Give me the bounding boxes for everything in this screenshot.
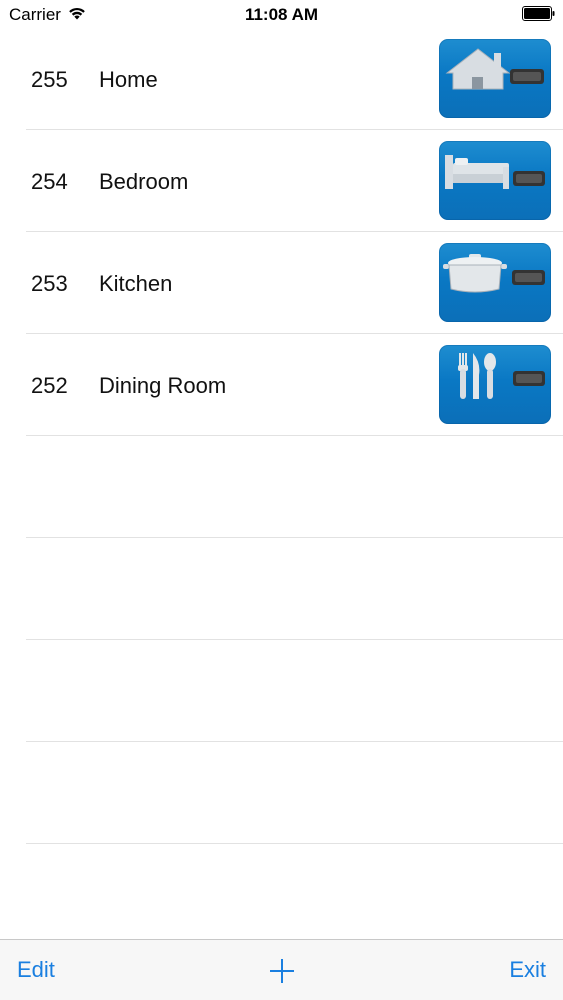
empty-row — [26, 742, 563, 844]
room-row-kitchen[interactable]: 253 Kitchen — [26, 232, 563, 334]
room-number: 255 — [31, 67, 68, 92]
room-row-home[interactable]: 255 Home — [26, 28, 563, 130]
room-name: Dining Room — [99, 373, 227, 398]
room-number: 252 — [31, 373, 68, 398]
utensils-icon — [439, 345, 551, 424]
room-name: Kitchen — [99, 271, 173, 296]
house-icon — [439, 39, 551, 118]
empty-row — [26, 640, 563, 742]
room-name: Bedroom — [99, 169, 189, 194]
add-button[interactable] — [268, 940, 296, 1000]
room-name: Home — [99, 67, 158, 92]
bed-icon — [439, 141, 551, 220]
edit-button[interactable]: Edit — [17, 940, 55, 1000]
empty-row — [26, 538, 563, 640]
exit-button[interactable]: Exit — [509, 940, 546, 1000]
pot-icon — [439, 243, 551, 322]
room-number: 254 — [31, 169, 68, 194]
clock: 11:08 AM — [244, 5, 319, 24]
room-list: 255 Home 254 Bedroom 253 Kitchen 252 Din… — [0, 28, 563, 844]
bottom-toolbar: Edit Exit — [0, 939, 563, 1000]
status-bar: Carrier 11:08 AM — [0, 0, 563, 30]
room-row-dining-room[interactable]: 252 Dining Room — [26, 334, 563, 436]
room-row-bedroom[interactable]: 254 Bedroom — [26, 130, 563, 232]
plus-icon — [270, 959, 294, 984]
battery-icon — [522, 6, 555, 21]
room-number: 253 — [31, 271, 68, 296]
empty-row — [26, 436, 563, 538]
